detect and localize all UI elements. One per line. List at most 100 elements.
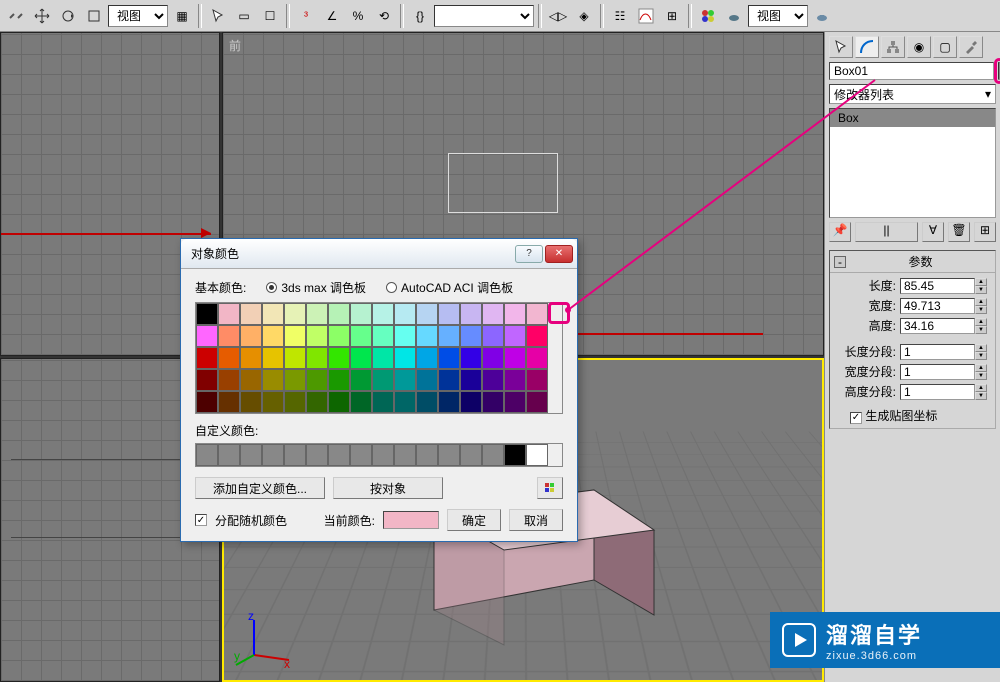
custom-swatch[interactable] [196,444,218,466]
palette-swatch[interactable] [218,369,240,391]
palette-swatch[interactable] [460,391,482,413]
palette-swatch[interactable] [262,391,284,413]
palette-acad-radio[interactable]: AutoCAD ACI 调色板 [386,279,513,296]
palette-swatch[interactable] [328,303,350,325]
motion-tab[interactable]: ◉ [907,36,931,58]
palette-swatch[interactable] [218,391,240,413]
custom-swatch[interactable] [350,444,372,466]
palette-swatch[interactable] [394,347,416,369]
palette-swatch[interactable] [196,303,218,325]
move-tool[interactable] [30,4,54,28]
percent-snap[interactable]: % [346,4,370,28]
layers-tool[interactable]: ☷ [608,4,632,28]
custom-swatch[interactable] [416,444,438,466]
palette-swatch[interactable] [306,347,328,369]
color-palette[interactable] [195,302,563,414]
help-button[interactable]: ? [515,245,543,263]
palette-swatch[interactable] [460,369,482,391]
palette-swatch[interactable] [460,303,482,325]
width-spinner[interactable]: ▲▼ [900,298,987,314]
palette-swatch[interactable] [196,325,218,347]
palette-swatch[interactable] [218,303,240,325]
custom-swatch[interactable] [240,444,262,466]
palette-swatch[interactable] [328,391,350,413]
custom-swatch[interactable] [394,444,416,466]
palette-swatch[interactable] [482,347,504,369]
palette-swatch[interactable] [438,303,460,325]
named-selection-select[interactable] [434,5,534,27]
palette-swatch[interactable] [416,369,438,391]
custom-swatch[interactable] [504,444,526,466]
custom-swatch[interactable] [526,444,548,466]
palette-swatch[interactable] [328,369,350,391]
material-editor[interactable] [696,4,720,28]
palette-swatch[interactable] [306,369,328,391]
palette-3dsmax-radio[interactable]: 3ds max 调色板 [266,279,366,296]
palette-swatch[interactable] [218,347,240,369]
show-result-button[interactable]: || [855,222,918,242]
palette-swatch[interactable] [460,347,482,369]
custom-swatch[interactable] [372,444,394,466]
palette-swatch[interactable] [416,347,438,369]
palette-swatch[interactable] [350,347,372,369]
remove-modifier-button[interactable]: 🗑 [948,222,970,242]
palette-swatch[interactable] [196,347,218,369]
link-tool[interactable] [4,4,28,28]
palette-swatch[interactable] [460,325,482,347]
scale-tool[interactable] [82,4,106,28]
render-button[interactable] [810,4,834,28]
palette-swatch[interactable] [284,369,306,391]
palette-swatch[interactable] [416,303,438,325]
palette-swatch[interactable] [526,369,548,391]
modifier-stack[interactable]: Box [829,108,996,218]
align-tool[interactable]: ◈ [572,4,596,28]
schematic-tool[interactable]: ⊞ [660,4,684,28]
custom-swatch[interactable] [482,444,504,466]
palette-swatch[interactable] [482,303,504,325]
palette-swatch[interactable] [372,391,394,413]
palette-swatch[interactable] [196,369,218,391]
custom-swatch[interactable] [284,444,306,466]
palette-swatch[interactable] [218,325,240,347]
palette-swatch[interactable] [504,391,526,413]
palette-swatch[interactable] [394,303,416,325]
palette-swatch[interactable] [416,391,438,413]
palette-swatch[interactable] [438,325,460,347]
height-spinner[interactable]: ▲▼ [900,318,987,334]
custom-swatch[interactable] [262,444,284,466]
palette-swatch[interactable] [328,347,350,369]
stack-item-box[interactable]: Box [830,109,995,127]
palette-swatch[interactable] [526,391,548,413]
palette-swatch[interactable] [372,347,394,369]
palette-swatch[interactable] [504,369,526,391]
palette-swatch[interactable] [372,325,394,347]
rollout-header[interactable]: - 参数 [830,251,995,273]
custom-swatch[interactable] [438,444,460,466]
named-sets[interactable]: {} [408,4,432,28]
palette-swatch[interactable] [394,391,416,413]
hseg-spinner[interactable]: ▲▼ [900,384,987,400]
wseg-spinner[interactable]: ▲▼ [900,364,987,380]
color-picker-button[interactable] [537,477,563,499]
coord-system-select[interactable]: 视图 [108,5,168,27]
palette-swatch[interactable] [240,391,262,413]
modifier-list-dropdown[interactable]: 修改器列表▾ [829,84,996,104]
palette-swatch[interactable] [350,325,372,347]
palette-swatch[interactable] [350,369,372,391]
render-setup[interactable] [722,4,746,28]
custom-swatch[interactable] [218,444,240,466]
palette-swatch[interactable] [482,391,504,413]
palette-swatch[interactable] [196,391,218,413]
custom-colors-row[interactable] [195,443,563,467]
palette-swatch[interactable] [482,369,504,391]
current-color-swatch[interactable] [383,511,439,529]
angle-snap[interactable]: ∠ [320,4,344,28]
palette-swatch[interactable] [438,347,460,369]
palette-swatch[interactable] [284,303,306,325]
palette-swatch[interactable] [240,325,262,347]
palette-swatch[interactable] [438,391,460,413]
gen-uv-row[interactable]: ✓ 生成贴图坐标 [838,403,987,424]
palette-swatch[interactable] [306,303,328,325]
palette-swatch[interactable] [284,325,306,347]
palette-swatch[interactable] [240,303,262,325]
